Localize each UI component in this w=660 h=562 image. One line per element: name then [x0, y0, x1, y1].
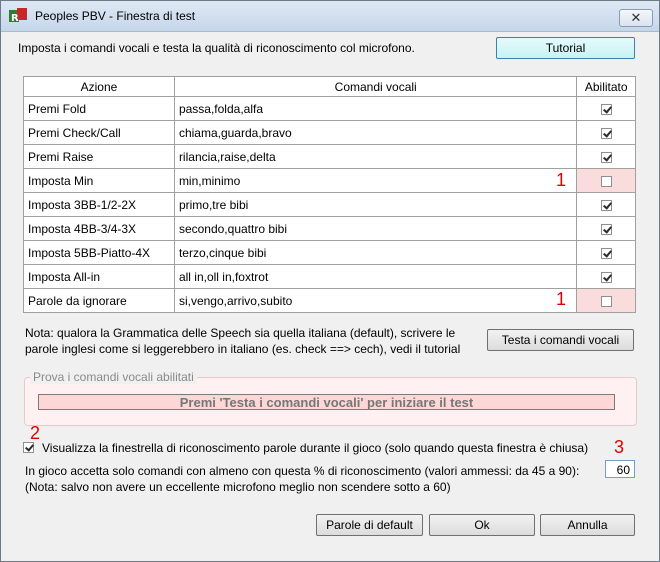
table-row: Imposta 5BB-Piatto-4X terzo,cinque bibi [23, 240, 636, 265]
action-cell[interactable]: Parole da ignorare [23, 288, 175, 313]
table-row: Imposta 3BB-1/2-2X primo,tre bibi [23, 192, 636, 217]
action-cell[interactable]: Imposta 4BB-3/4-3X [23, 216, 175, 241]
accept-threshold-label: In gioco accetta solo comandi con almeno… [25, 463, 579, 495]
accept-note-line: (Nota: salvo non avere un eccellente mic… [25, 480, 451, 494]
commands-cell[interactable]: rilancia,raise,delta [173, 144, 578, 169]
ok-button[interactable]: Ok [429, 514, 535, 536]
app-icon: R [9, 8, 27, 24]
table-row: Parole da ignorare si,vengo,arrivo,subito [23, 288, 636, 313]
enabled-checkbox[interactable] [600, 247, 612, 259]
red-marker-3: 3 [614, 437, 625, 457]
enabled-checkbox[interactable] [600, 175, 612, 187]
header-action: Azione [23, 76, 175, 97]
enabled-checkbox[interactable] [600, 223, 612, 235]
close-button[interactable]: ✕ [619, 9, 653, 27]
action-cell[interactable]: Imposta Min [23, 168, 175, 193]
note-line: parole inglesi come si leggerebbero in i… [25, 342, 461, 356]
note-line: Nota: qualora la Grammatica delle Speech… [25, 326, 456, 340]
cancel-button[interactable]: Annulla [540, 514, 635, 536]
action-cell[interactable]: Premi Check/Call [23, 120, 175, 145]
enabled-checkbox[interactable] [600, 151, 612, 163]
table-row: Imposta Min min,minimo [23, 168, 636, 193]
action-cell[interactable]: Premi Raise [23, 144, 175, 169]
red-marker-1: 1 [556, 289, 567, 309]
enabled-cell [576, 168, 636, 193]
table-row: Premi Fold passa,folda,alfa [23, 96, 636, 121]
svg-text:R: R [11, 13, 19, 24]
default-words-button[interactable]: Parole di default [316, 514, 423, 536]
table-row: Imposta 4BB-3/4-3X secondo,quattro bibi [23, 216, 636, 241]
enabled-cell [576, 288, 636, 313]
title-bar: R Peoples PBV - Finestra di test ✕ [1, 1, 659, 32]
commands-cell[interactable]: primo,tre bibi [173, 192, 578, 217]
enabled-cell [576, 240, 636, 265]
header-commands: Comandi vocali [173, 76, 578, 97]
commands-cell[interactable]: si,vengo,arrivo,subito [173, 288, 578, 313]
test-commands-button[interactable]: Testa i comandi vocali [487, 329, 634, 351]
test-group-legend: Prova i comandi vocali abilitati [30, 370, 197, 384]
action-cell[interactable]: Imposta 5BB-Piatto-4X [23, 240, 175, 265]
commands-cell[interactable]: all in,oll in,foxtrot [173, 264, 578, 289]
enabled-cell [576, 96, 636, 121]
show-recognition-checkbox[interactable] [23, 442, 34, 453]
enabled-checkbox[interactable] [600, 271, 612, 283]
action-cell[interactable]: Imposta 3BB-1/2-2X [23, 192, 175, 217]
accept-line: In gioco accetta solo comandi con almeno… [25, 464, 580, 478]
commands-cell[interactable]: chiama,guarda,bravo [173, 120, 578, 145]
enabled-checkbox[interactable] [600, 199, 612, 211]
voice-commands-table: Azione Comandi vocali Abilitato Premi Fo… [23, 76, 636, 313]
table-row: Premi Raise rilancia,raise,delta [23, 144, 636, 169]
table-row: Premi Check/Call chiama,guarda,bravo [23, 120, 636, 145]
window-title: Peoples PBV - Finestra di test [35, 9, 196, 23]
action-cell[interactable]: Imposta All-in [23, 264, 175, 289]
red-marker-1: 1 [556, 170, 567, 190]
test-result-field: Premi 'Testa i comandi vocali' per inizi… [38, 394, 615, 410]
enabled-checkbox[interactable] [600, 103, 612, 115]
commands-cell[interactable]: terzo,cinque bibi [173, 240, 578, 265]
enabled-cell [576, 216, 636, 241]
enabled-cell [576, 144, 636, 169]
red-marker-2: 2 [30, 423, 41, 443]
table-row: Imposta All-in all in,oll in,foxtrot [23, 264, 636, 289]
enabled-cell [576, 120, 636, 145]
tutorial-button[interactable]: Tutorial [496, 37, 635, 59]
grammar-note: Nota: qualora la Grammatica delle Speech… [25, 325, 460, 357]
commands-cell[interactable]: min,minimo [173, 168, 578, 193]
enabled-checkbox[interactable] [600, 295, 612, 307]
enabled-cell [576, 264, 636, 289]
commands-cell[interactable]: secondo,quattro bibi [173, 216, 578, 241]
intro-text: Imposta i comandi vocali e testa la qual… [18, 41, 415, 55]
commands-cell[interactable]: passa,folda,alfa [173, 96, 578, 121]
enabled-checkbox[interactable] [600, 127, 612, 139]
action-cell[interactable]: Premi Fold [23, 96, 175, 121]
threshold-input[interactable]: 60 [605, 460, 635, 478]
show-recognition-label[interactable]: Visualizza la finestrella di riconoscime… [42, 441, 588, 455]
header-enabled: Abilitato [576, 76, 636, 97]
enabled-cell [576, 192, 636, 217]
